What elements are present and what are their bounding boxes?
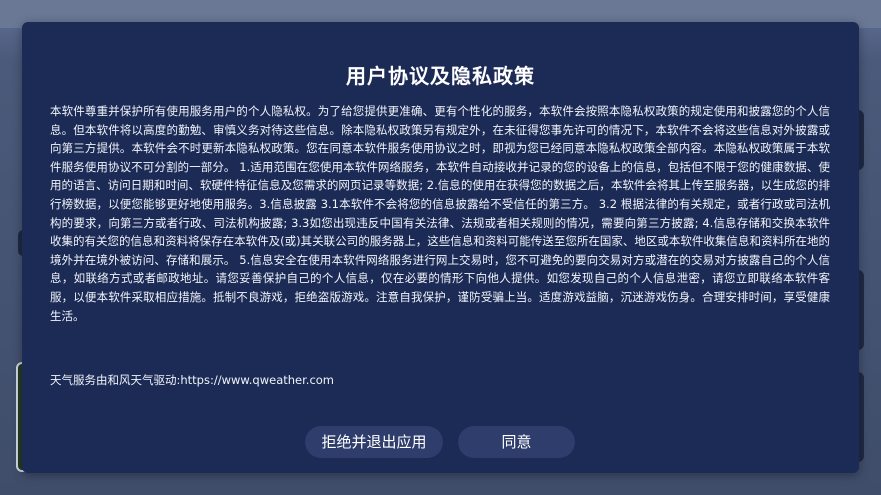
policy-text: 本软件尊重并保护所有使用服务用户的个人隐私权。为了给您提供更准确、更有个性化的服… [50, 104, 830, 323]
agree-button[interactable]: 同意 [458, 426, 575, 458]
reject-exit-button[interactable]: 拒绝并退出应用 [305, 426, 443, 458]
weather-attribution: 天气服务由和风天气驱动:https://www.qweather.com [50, 373, 335, 387]
dialog-title: 用户协议及隐私政策 [346, 64, 535, 88]
privacy-policy-dialog: 用户协议及隐私政策 本软件尊重并保护所有使用服务用户的个人隐私权。为了给您提供更… [22, 22, 859, 473]
